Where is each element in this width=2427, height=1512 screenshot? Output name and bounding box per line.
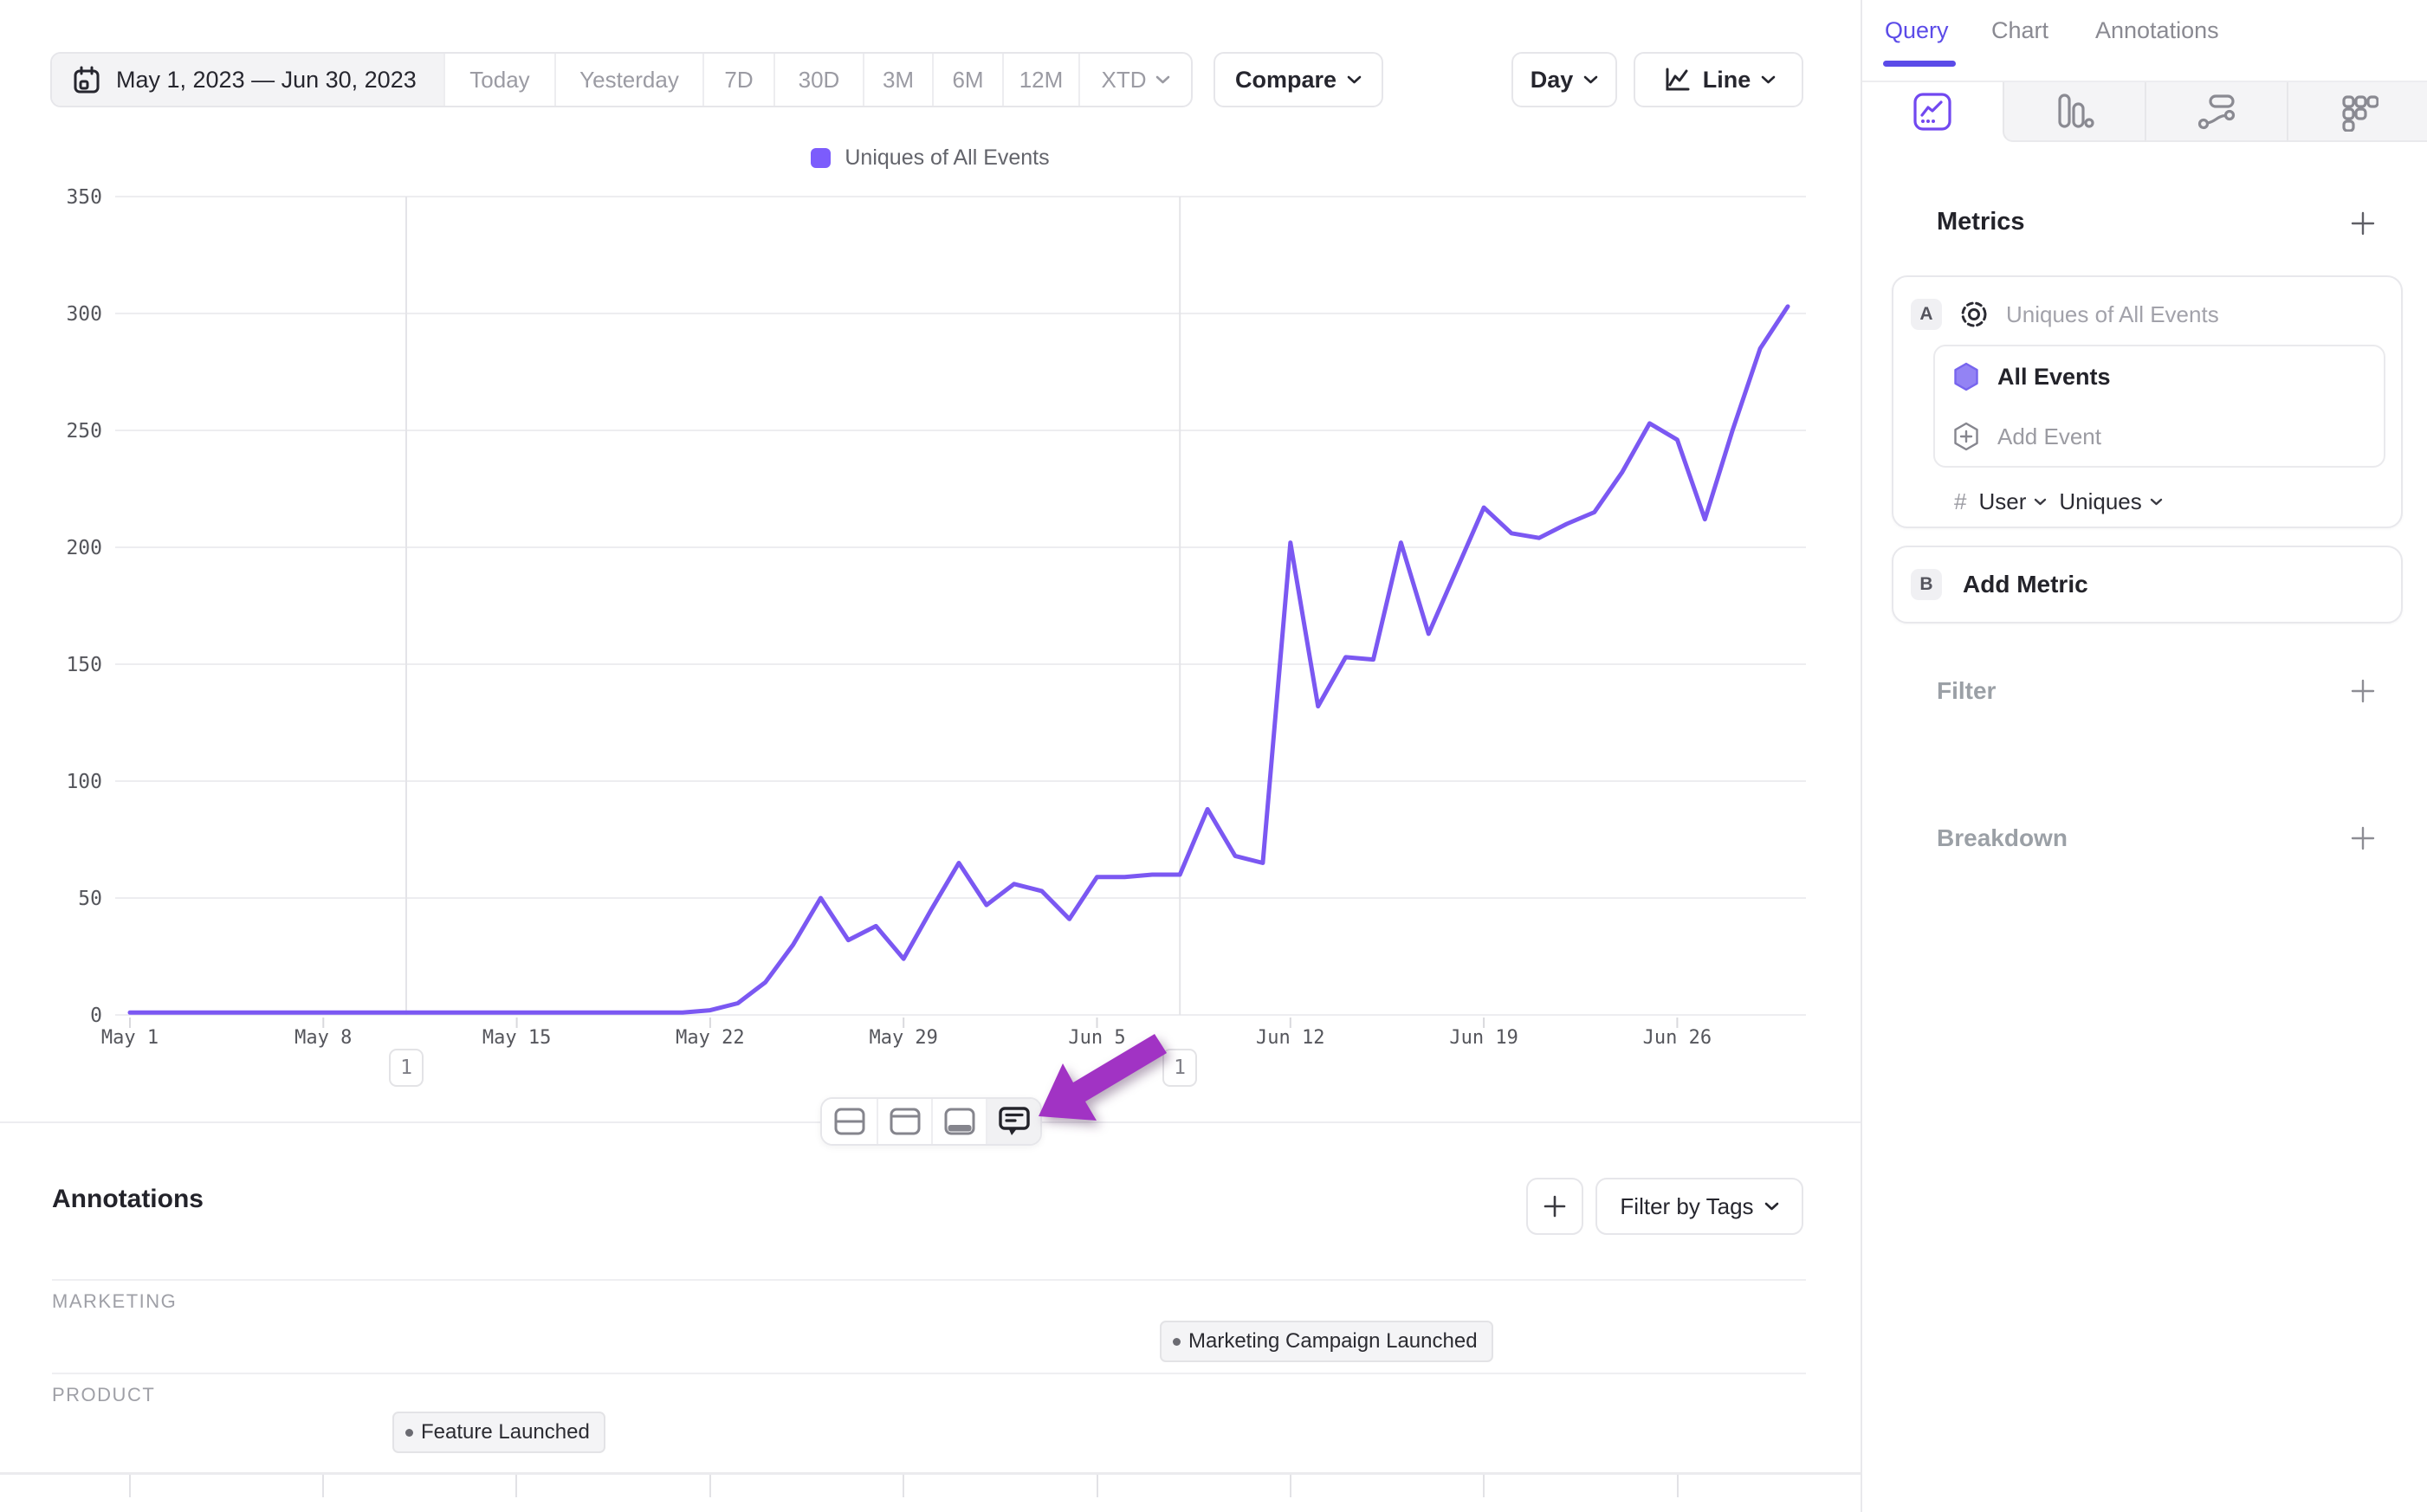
insights-line-icon bbox=[1912, 92, 1952, 132]
flows-icon bbox=[2197, 92, 2236, 132]
add-metric-plus-icon[interactable] bbox=[2349, 210, 2377, 237]
aggregation-entity-dropdown[interactable]: User bbox=[1978, 488, 2047, 515]
filter-section-label: Filter bbox=[1937, 677, 1996, 705]
annotation-marker-badge[interactable]: 1 bbox=[389, 1049, 424, 1087]
app-window: May 1, 2023 — Jun 30, 2023 Today Yesterd… bbox=[0, 0, 2427, 1512]
bar-chart-icon bbox=[2055, 92, 2094, 132]
metric-b-badge: B bbox=[1911, 569, 1942, 600]
svg-text:300: 300 bbox=[66, 303, 102, 326]
tab-query[interactable]: Query bbox=[1885, 17, 1949, 44]
view-insights-tab[interactable] bbox=[1862, 82, 2003, 142]
svg-text:May 22: May 22 bbox=[676, 1027, 744, 1049]
annotation-row-divider bbox=[52, 1279, 1806, 1281]
event-list-card: All Events Add Event bbox=[1933, 345, 2385, 468]
add-breakdown-plus-icon[interactable] bbox=[2349, 824, 2377, 852]
active-tab-underline bbox=[1883, 61, 1956, 67]
metric-settings-gear-icon[interactable] bbox=[1958, 298, 1990, 331]
panel-top-icon bbox=[888, 1106, 922, 1137]
event-hexagon-icon bbox=[1951, 361, 1982, 392]
breakdown-section-label: Breakdown bbox=[1937, 824, 2068, 852]
tab-chart[interactable]: Chart bbox=[1991, 17, 2048, 44]
tab-annotations[interactable]: Annotations bbox=[2095, 17, 2219, 44]
svg-text:250: 250 bbox=[66, 420, 102, 443]
add-filter-plus-icon[interactable] bbox=[2349, 677, 2377, 705]
plus-icon bbox=[1542, 1193, 1568, 1219]
layout-split-rows-button[interactable] bbox=[822, 1099, 877, 1144]
metrics-heading: Metrics bbox=[1937, 208, 2025, 236]
panel-bottom-icon bbox=[942, 1106, 977, 1137]
svg-text:May 29: May 29 bbox=[869, 1027, 937, 1049]
event-row-all-events[interactable]: All Events bbox=[1951, 361, 2111, 392]
chevron-down-icon bbox=[1764, 1202, 1779, 1211]
annotations-timeline-ruler bbox=[0, 1472, 1861, 1512]
svg-text:0: 0 bbox=[90, 1005, 102, 1027]
view-flows-tab[interactable] bbox=[2145, 82, 2287, 142]
annotation-row-divider bbox=[52, 1373, 1806, 1374]
svg-text:May 8: May 8 bbox=[294, 1027, 352, 1049]
retention-dots-icon bbox=[2339, 92, 2378, 132]
svg-text:50: 50 bbox=[78, 888, 102, 910]
annotation-pill-marketing-campaign[interactable]: Marketing Campaign Launched bbox=[1160, 1321, 1493, 1362]
view-type-strip bbox=[1862, 81, 2427, 142]
annotation-category-product: PRODUCT bbox=[52, 1384, 155, 1406]
view-retention-tab[interactable] bbox=[2287, 82, 2427, 142]
add-metric-label: Add Metric bbox=[1963, 571, 2088, 598]
comment-bubble-icon bbox=[997, 1105, 1032, 1138]
chevron-down-icon bbox=[2150, 498, 2163, 506]
line-chart[interactable]: 0 50 100 150 200 250 300 350 May 1 May 8 May 15 May… bbox=[0, 0, 1861, 1091]
annotation-category-marketing: MARKETING bbox=[52, 1290, 177, 1313]
add-event-row[interactable]: Add Event bbox=[1951, 421, 2101, 452]
view-bar-chart-tab[interactable] bbox=[2003, 82, 2145, 142]
layout-panel-top-button[interactable] bbox=[877, 1099, 931, 1144]
panel-layout-toggle-bar bbox=[820, 1097, 1042, 1146]
add-event-hexagon-plus-icon bbox=[1951, 421, 1982, 452]
svg-text:150: 150 bbox=[66, 654, 102, 676]
metric-a-name: Uniques of All Events bbox=[2006, 301, 2219, 328]
query-sidebar: Query Chart Annotations bbox=[1861, 0, 2427, 1512]
annotation-pill-feature-launched[interactable]: Feature Launched bbox=[392, 1412, 605, 1453]
filter-by-tags-button[interactable]: Filter by Tags bbox=[1595, 1178, 1803, 1235]
svg-text:May 1: May 1 bbox=[101, 1027, 159, 1049]
annotations-title: Annotations bbox=[52, 1185, 204, 1214]
svg-text:200: 200 bbox=[66, 537, 102, 559]
svg-text:100: 100 bbox=[66, 771, 102, 793]
chevron-down-icon bbox=[2034, 498, 2047, 506]
aggregation-measure-dropdown[interactable]: Uniques bbox=[2059, 488, 2162, 515]
metric-a-card: A Uniques of All Events All Events bbox=[1892, 275, 2403, 528]
split-rows-icon bbox=[832, 1106, 867, 1137]
aggregation-row: # User Uniques bbox=[1954, 488, 2163, 515]
annotation-dot-icon bbox=[405, 1429, 413, 1437]
metric-a-header[interactable]: A Uniques of All Events bbox=[1911, 298, 2219, 331]
svg-text:May 15: May 15 bbox=[482, 1027, 551, 1049]
layout-comments-button[interactable] bbox=[986, 1099, 1040, 1144]
add-annotation-button[interactable] bbox=[1526, 1178, 1583, 1235]
metric-b-card[interactable]: B Add Metric bbox=[1892, 546, 2403, 624]
layout-panel-bottom-button[interactable] bbox=[931, 1099, 986, 1144]
svg-text:Jun 5: Jun 5 bbox=[1068, 1027, 1125, 1049]
count-symbol: # bbox=[1954, 488, 1966, 515]
svg-text:Jun 26: Jun 26 bbox=[1643, 1027, 1712, 1049]
annotation-marker-badge[interactable]: 1 bbox=[1162, 1049, 1197, 1087]
svg-text:Jun 12: Jun 12 bbox=[1256, 1027, 1324, 1049]
metric-a-badge: A bbox=[1911, 299, 1942, 330]
annotation-dot-icon bbox=[1173, 1338, 1181, 1346]
svg-text:Jun 19: Jun 19 bbox=[1449, 1027, 1518, 1049]
svg-text:350: 350 bbox=[66, 186, 102, 209]
